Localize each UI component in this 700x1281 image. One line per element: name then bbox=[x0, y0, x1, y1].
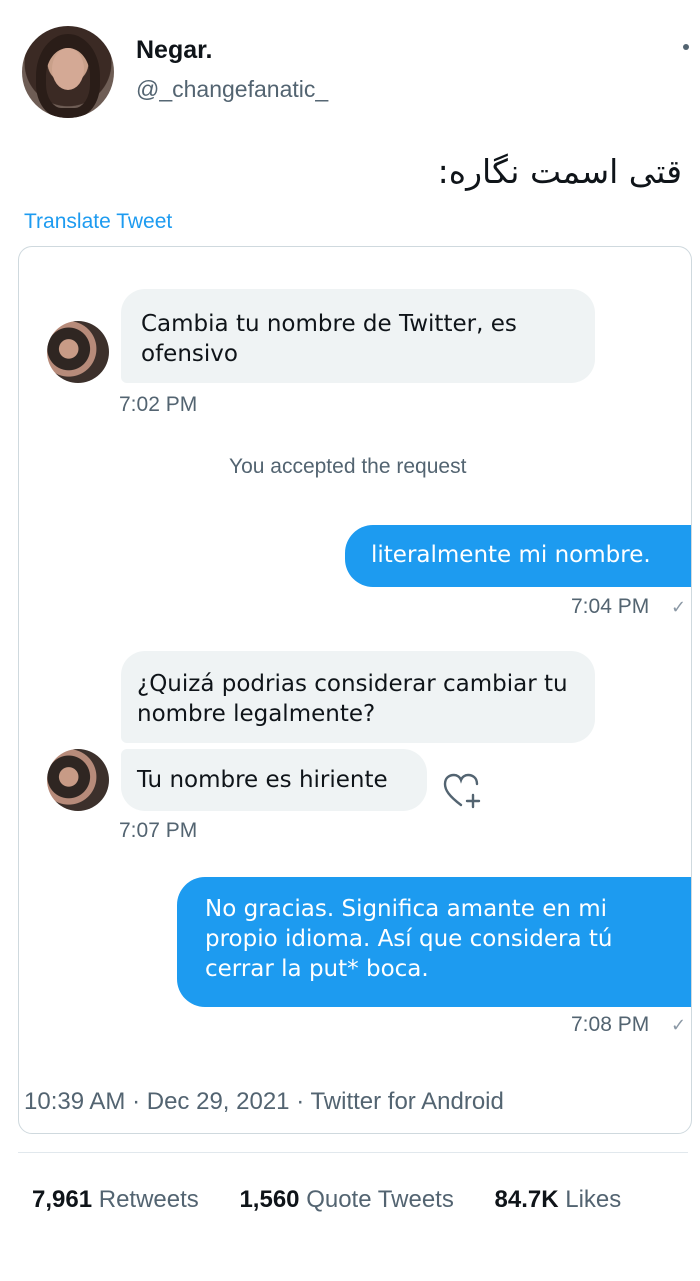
likes-count: 84.7K bbox=[494, 1186, 559, 1213]
dm-timestamp: 7:04 PM bbox=[571, 595, 650, 618]
retweets-stat[interactable]: 7,961 Retweets bbox=[32, 1186, 199, 1214]
dm-sender-avatar bbox=[47, 321, 109, 383]
likes-label: Likes bbox=[565, 1186, 622, 1213]
react-heart-icon[interactable] bbox=[443, 773, 483, 809]
retweets-label: Retweets bbox=[98, 1186, 199, 1213]
author-handle[interactable]: @_changefanatic_ bbox=[136, 76, 328, 103]
dm-timestamp: 7:08 PM bbox=[571, 1013, 650, 1036]
quote-tweets-label: Quote Tweets bbox=[306, 1186, 454, 1213]
tweet-screenshot: Negar. @_changefanatic_ قتی اسمت نگاره: … bbox=[0, 0, 700, 1281]
retweets-count: 7,961 bbox=[32, 1186, 93, 1213]
dm-bubble-incoming: Cambia tu nombre de Twitter, es ofensivo bbox=[121, 289, 595, 383]
dm-timestamp: 7:02 PM bbox=[119, 393, 198, 416]
more-options-icon[interactable] bbox=[683, 44, 689, 50]
dm-timestamp: 7:07 PM bbox=[119, 819, 198, 842]
dm-bubble-outgoing: literalmente mi nombre. bbox=[345, 525, 691, 587]
meta-separator: · bbox=[132, 1088, 141, 1115]
dm-message-text: Cambia tu nombre de Twitter, es ofensivo bbox=[141, 311, 517, 367]
tweet-source[interactable]: Twitter for Android bbox=[310, 1088, 503, 1115]
dm-message-text: ¿Quizá podrias considerar cambiar tu nom… bbox=[137, 671, 568, 727]
tweet-metadata: 10:39 AM · Dec 29, 2021 · Twitter for An… bbox=[24, 1088, 504, 1116]
tweet-text: قتی اسمت نگاره: bbox=[437, 152, 682, 191]
dm-sender-avatar bbox=[47, 749, 109, 811]
divider bbox=[18, 1152, 688, 1153]
avatar-face bbox=[52, 48, 84, 90]
dm-bubble-incoming: ¿Quizá podrias considerar cambiar tu nom… bbox=[121, 651, 595, 743]
dm-message-text: No gracias. Significa amante en mi propi… bbox=[205, 896, 613, 982]
dm-system-message: You accepted the request bbox=[229, 455, 467, 478]
tweet-date[interactable]: Dec 29, 2021 bbox=[147, 1088, 290, 1115]
tweet-stats: 7,961 Retweets 1,560 Quote Tweets 84.7K … bbox=[32, 1186, 655, 1214]
tweet-time[interactable]: 10:39 AM bbox=[24, 1088, 125, 1115]
author-display-name[interactable]: Negar. bbox=[136, 36, 212, 65]
dm-message-text: literalmente mi nombre. bbox=[371, 542, 651, 568]
read-check-icon: ✓ bbox=[671, 1015, 687, 1035]
attached-image[interactable]: Cambia tu nombre de Twitter, es ofensivo… bbox=[18, 246, 692, 1134]
read-check-icon: ✓ bbox=[671, 597, 687, 617]
dm-bubble-outgoing: No gracias. Significa amante en mi propi… bbox=[177, 877, 691, 1007]
quote-tweets-count: 1,560 bbox=[239, 1186, 300, 1213]
meta-separator: · bbox=[296, 1088, 305, 1115]
dm-bubble-incoming: Tu nombre es hiriente bbox=[121, 749, 427, 811]
translate-tweet-link[interactable]: Translate Tweet bbox=[24, 210, 172, 234]
quote-tweets-stat[interactable]: 1,560 Quote Tweets bbox=[239, 1186, 453, 1214]
likes-stat[interactable]: 84.7K Likes bbox=[495, 1186, 622, 1214]
author-avatar[interactable] bbox=[22, 26, 114, 118]
dm-message-text: Tu nombre es hiriente bbox=[137, 767, 388, 793]
